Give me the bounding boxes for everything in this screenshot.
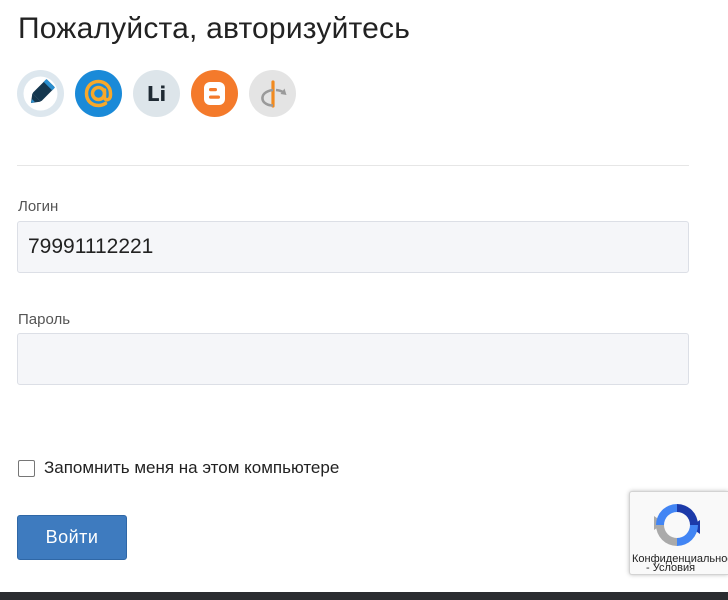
divider [17,165,689,166]
login-button[interactable]: Войти [17,515,127,560]
password-input[interactable] [17,333,689,385]
svg-text:Li: Li [147,82,167,106]
li-icon: Li [147,82,167,106]
remember-me[interactable]: Запомнить меня на этом компьютере [18,458,339,478]
livejournal-login-button[interactable] [17,70,64,117]
auth-providers: Li [17,70,296,117]
blogger-icon [204,82,225,105]
login-label: Логин [18,198,59,215]
at-sign-icon [84,79,113,108]
mail-login-button[interactable] [75,70,122,117]
recaptcha-icon [654,504,700,546]
blogger-login-button[interactable] [191,70,238,117]
liveinternet-login-button[interactable]: Li [133,70,180,117]
recaptcha-badge[interactable]: Конфиденциальность - Условия [629,491,728,575]
password-label: Пароль [18,311,71,328]
remember-label: Запомнить меня на этом компьютере [44,458,340,477]
login-input[interactable] [17,221,689,273]
remember-checkbox[interactable] [18,459,35,477]
recaptcha-terms-link[interactable]: - Условия [646,562,695,574]
openid-login-button[interactable] [249,70,296,117]
page-title: Пожалуйста, авторизуйтесь [18,12,411,45]
bottom-bar [0,592,728,600]
openid-icon [261,80,287,108]
livejournal-pencil-icon [23,76,58,111]
